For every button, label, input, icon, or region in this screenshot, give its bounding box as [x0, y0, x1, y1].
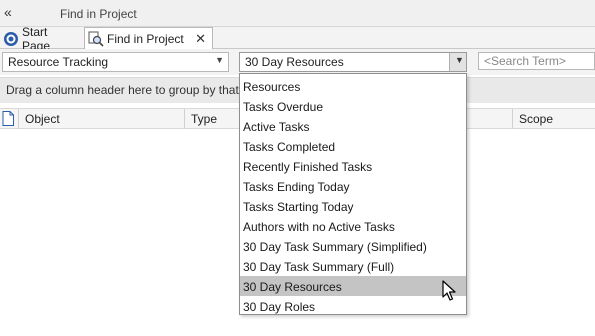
collapse-icon[interactable]: «: [4, 4, 12, 20]
panel-title: Find in Project: [60, 7, 137, 21]
dropdown-item-30-day-resources[interactable]: 30 Day Resources: [240, 276, 466, 296]
column-header-type[interactable]: Type: [191, 112, 217, 126]
panel-titlebar: « Find in Project: [0, 0, 595, 27]
chevron-down-icon: ▼: [455, 55, 464, 65]
dropdown-item-active-tasks[interactable]: Active Tasks: [240, 116, 466, 136]
dropdown-button[interactable]: ▼: [449, 53, 466, 71]
column-divider[interactable]: [184, 109, 185, 129]
search-icon: [88, 31, 104, 47]
dropdown-item-tasks-ending-today[interactable]: Tasks Ending Today: [240, 176, 466, 196]
search-select-value: 30 Day Resources: [245, 55, 344, 69]
category-select[interactable]: Resource Tracking ▼: [2, 52, 229, 72]
search-term-input[interactable]: <Search Term>: [478, 52, 595, 70]
dropdown-item-tasks-completed[interactable]: Tasks Completed: [240, 136, 466, 156]
dropdown-item-tasks-overdue[interactable]: Tasks Overdue: [240, 96, 466, 116]
tab-find-in-project[interactable]: Find in Project ✕: [84, 27, 213, 49]
start-page-icon: [3, 31, 19, 47]
column-header-scope[interactable]: Scope: [519, 112, 553, 126]
dropdown-item-tasks-starting-today[interactable]: Tasks Starting Today: [240, 196, 466, 216]
tab-start-page[interactable]: Start Page: [0, 25, 82, 53]
search-dropdown-list: Resources Tasks Overdue Active Tasks Tas…: [239, 73, 467, 315]
chevron-down-icon: ▼: [215, 55, 224, 65]
tab-label: Find in Project: [107, 31, 184, 46]
category-select-value: Resource Tracking: [8, 55, 109, 69]
document-icon: [2, 111, 14, 129]
column-divider[interactable]: [18, 109, 19, 129]
dropdown-item-30-day-task-summary-simplified[interactable]: 30 Day Task Summary (Simplified): [240, 236, 466, 256]
column-header-object[interactable]: Object: [25, 112, 60, 126]
search-select[interactable]: 30 Day Resources ▼: [239, 52, 467, 72]
dropdown-item-resources[interactable]: Resources: [240, 76, 466, 96]
column-divider[interactable]: [512, 109, 513, 129]
dropdown-item-recently-finished-tasks[interactable]: Recently Finished Tasks: [240, 156, 466, 176]
mouse-pointer-icon: [442, 280, 456, 301]
dropdown-item-authors-no-active-tasks[interactable]: Authors with no Active Tasks: [240, 216, 466, 236]
dropdown-item-30-day-roles[interactable]: 30 Day Roles: [240, 296, 466, 316]
close-icon[interactable]: ✕: [195, 31, 206, 47]
tab-bar: Start Page Find in Project ✕: [0, 25, 595, 53]
dropdown-item-30-day-task-summary-full[interactable]: 30 Day Task Summary (Full): [240, 256, 466, 276]
